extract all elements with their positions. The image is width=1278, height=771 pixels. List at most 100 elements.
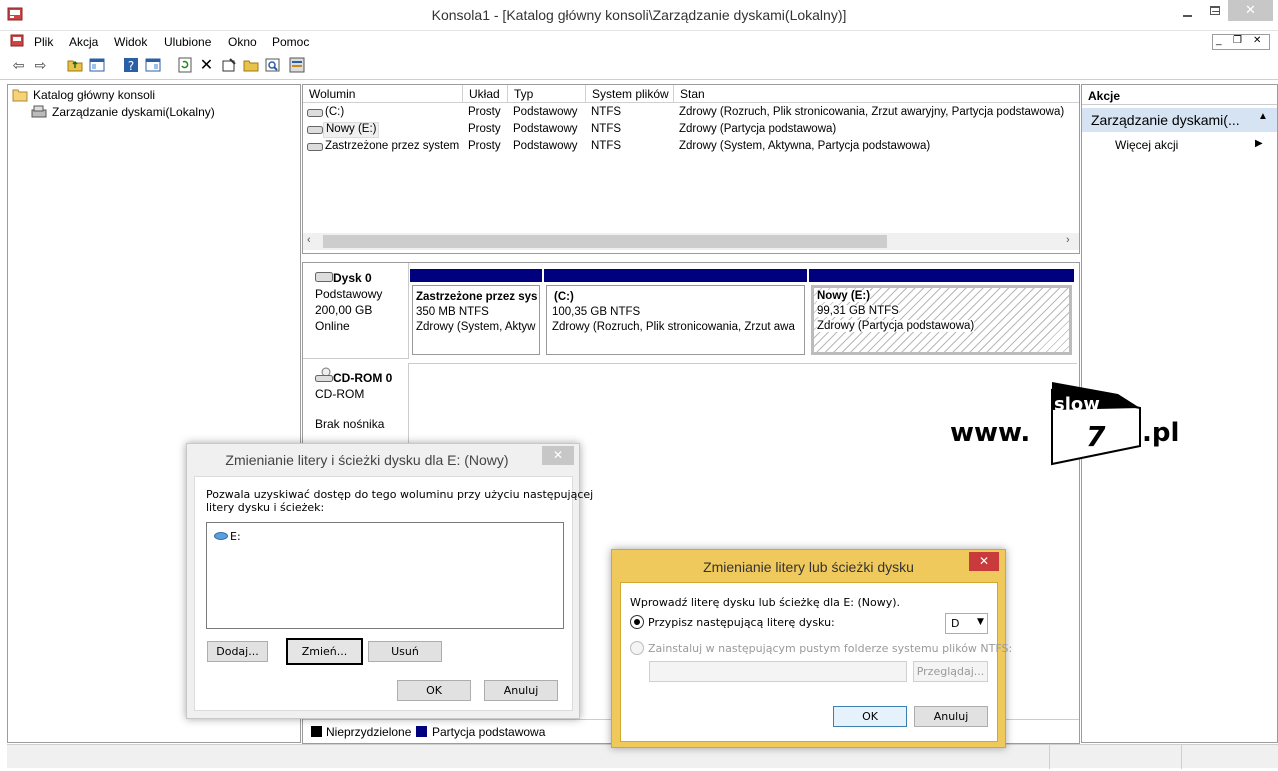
toolbar: ⇦ ⇨ ? ✕ — [0, 53, 1278, 80]
ok-button[interactable]: OK — [397, 680, 471, 701]
actions-section-disk-management[interactable]: Zarządzanie dyskami(... ▲ — [1082, 108, 1277, 132]
menu-plik[interactable]: Plik — [34, 35, 53, 49]
change-drive-letter-dialog: Zmienianie litery i ścieżki dysku dla E:… — [186, 443, 593, 719]
dialog2-content: Wprowadź literę dysku lub ścieżkę dla E:… — [620, 582, 1012, 742]
volume-layout: Prosty — [468, 106, 501, 118]
legend-primary: Partycja podstawowa — [432, 725, 546, 739]
partition-body — [546, 285, 805, 355]
minimize-button-2[interactable] — [1176, 5, 1200, 21]
watermark-logo: www. slow 7 .pl — [950, 380, 1190, 470]
properties-icon[interactable] — [220, 57, 237, 74]
folder-icon — [12, 89, 28, 102]
drive-letter-select[interactable]: D ▼ — [945, 613, 988, 634]
dialog1-close-button[interactable]: ✕ — [542, 446, 574, 465]
volume-row[interactable]: Nowy (E:) Prosty Podstawowy NTFS Zdrowy … — [303, 122, 1079, 139]
maximize-button[interactable] — [1203, 2, 1227, 20]
partition-size: 100,35 GB NTFS — [552, 306, 641, 318]
forward-icon[interactable]: ⇨ — [32, 57, 49, 74]
disk-icon — [315, 272, 333, 282]
tree-root-label: Katalog główny konsoli — [33, 88, 156, 102]
volume-name: (C:) — [325, 106, 345, 118]
chevron-down-icon: ▼ — [977, 617, 984, 627]
actions-more[interactable]: Więcej akcji ▶ — [1082, 135, 1277, 155]
drive-letter-list[interactable]: E: — [206, 522, 564, 629]
scroll-right-icon[interactable]: › — [1066, 234, 1070, 246]
cancel-button[interactable]: Anuluj — [914, 706, 988, 727]
col-typ[interactable]: Typ — [508, 85, 586, 103]
mdi-restore-button[interactable]: ❐ — [1233, 35, 1242, 46]
mdi-controls: _ ❐ ✕ — [1212, 34, 1270, 50]
menu-pomoc[interactable]: Pomoc — [272, 35, 309, 49]
volume-list: Wolumin Układ Typ System plików Stan (C:… — [302, 84, 1080, 254]
menu-okno[interactable]: Okno — [228, 35, 257, 49]
partition-status: Zdrowy (Rozruch, Plik stronicowania, Zrz… — [552, 321, 795, 333]
collapse-up-icon[interactable]: ▲ — [1258, 111, 1268, 122]
mount-folder-radio[interactable] — [630, 641, 644, 655]
up-folder-icon[interactable] — [66, 57, 83, 74]
browse-button[interactable]: Przeglądaj... — [913, 661, 988, 682]
add-button[interactable]: Dodaj... — [207, 641, 268, 662]
disk0-type: Podstawowy — [315, 287, 383, 301]
change-button[interactable]: Zmień... — [286, 638, 363, 665]
folder-path-input[interactable] — [649, 661, 907, 682]
menu-akcja[interactable]: Akcja — [69, 35, 98, 49]
cdrom-name: CD-ROM 0 — [333, 371, 393, 385]
open-icon[interactable] — [242, 57, 259, 74]
watermark-suffix: .pl — [1142, 418, 1180, 448]
col-system-plikow[interactable]: System plików — [586, 85, 674, 103]
actions-section-label: Zarządzanie dyskami(... — [1091, 112, 1240, 128]
volume-layout: Prosty — [468, 123, 501, 135]
partition-header-bar — [544, 269, 807, 282]
volume-name: Nowy (E:) — [323, 122, 380, 138]
document-icon[interactable] — [10, 34, 24, 48]
disk0-status: Online — [315, 319, 350, 333]
partition-header-bar — [809, 269, 1074, 282]
volume-name: Zastrzeżone przez system — [325, 140, 460, 152]
mdi-close-button[interactable]: ✕ — [1253, 35, 1261, 46]
partition-e[interactable]: Nowy (E:) 99,31 GB NTFS Zdrowy (Partycja… — [809, 269, 1074, 357]
settings-icon[interactable] — [288, 57, 305, 74]
close-button[interactable]: ✕ — [1228, 0, 1273, 21]
watermark-word: slow — [1054, 394, 1100, 415]
show-pane-icon[interactable] — [144, 57, 161, 74]
back-icon[interactable]: ⇦ — [10, 57, 27, 74]
volume-row[interactable]: (C:) Prosty Podstawowy NTFS Zdrowy (Rozr… — [303, 105, 1079, 122]
actions-header: Akcje — [1082, 85, 1277, 105]
help-icon[interactable]: ? — [122, 57, 139, 74]
scrollbar-thumb[interactable] — [323, 235, 887, 248]
cdrom-info[interactable]: CD-ROM 0 CD-ROM Brak nośnika — [303, 363, 409, 443]
cdrom-icon — [315, 367, 333, 382]
legend-unallocated: Nieprzydzielone — [326, 725, 412, 739]
assign-letter-radio[interactable] — [630, 615, 644, 629]
watermark-digit: 7 — [1086, 420, 1106, 453]
menu-ulubione[interactable]: Ulubione — [164, 35, 211, 49]
cancel-button[interactable]: Anuluj — [484, 680, 558, 701]
partition-status: Zdrowy (System, Aktyw — [416, 321, 536, 333]
partition-c[interactable]: (C:) 100,35 GB NTFS Zdrowy (Rozruch, Pli… — [544, 269, 807, 357]
dialog2-close-button[interactable]: ✕ — [969, 552, 999, 571]
dialog1-description: Pozwala uzyskiwać dostęp do tego wolumin… — [206, 488, 594, 501]
show-tree-icon[interactable] — [88, 57, 105, 74]
refresh-icon[interactable] — [176, 57, 193, 74]
partition-name: (C:) — [554, 291, 574, 303]
volume-row[interactable]: Zastrzeżone przez system Prosty Podstawo… — [303, 139, 1079, 156]
partition-name: Nowy (E:) — [817, 290, 871, 302]
col-wolumin[interactable]: Wolumin — [303, 85, 463, 103]
disk-management-icon — [31, 105, 47, 118]
col-stan[interactable]: Stan — [674, 85, 1079, 103]
horizontal-scrollbar[interactable]: ‹ › — [303, 233, 1079, 250]
partition-system-reserved[interactable]: Zastrzeżone przez sys 350 MB NTFS Zdrowy… — [410, 269, 542, 357]
delete-icon[interactable]: ✕ — [198, 57, 215, 74]
mdi-minimize-button[interactable]: _ — [1216, 35, 1222, 46]
menu-widok[interactable]: Widok — [114, 35, 147, 49]
scroll-left-icon[interactable]: ‹ — [307, 234, 311, 246]
drive-letter-value: D — [951, 617, 960, 630]
drive-icon — [214, 532, 228, 540]
disk0-info[interactable]: Dysk 0 Podstawowy 200,00 GB Online — [303, 263, 409, 359]
search-icon[interactable] — [264, 57, 281, 74]
ok-button[interactable]: OK — [833, 706, 907, 727]
dialog1-content: Pozwala uzyskiwać dostęp do tego wolumin… — [194, 476, 593, 711]
col-uklad[interactable]: Układ — [463, 85, 508, 103]
drive-icon — [307, 109, 323, 117]
remove-button[interactable]: Usuń — [368, 641, 442, 662]
